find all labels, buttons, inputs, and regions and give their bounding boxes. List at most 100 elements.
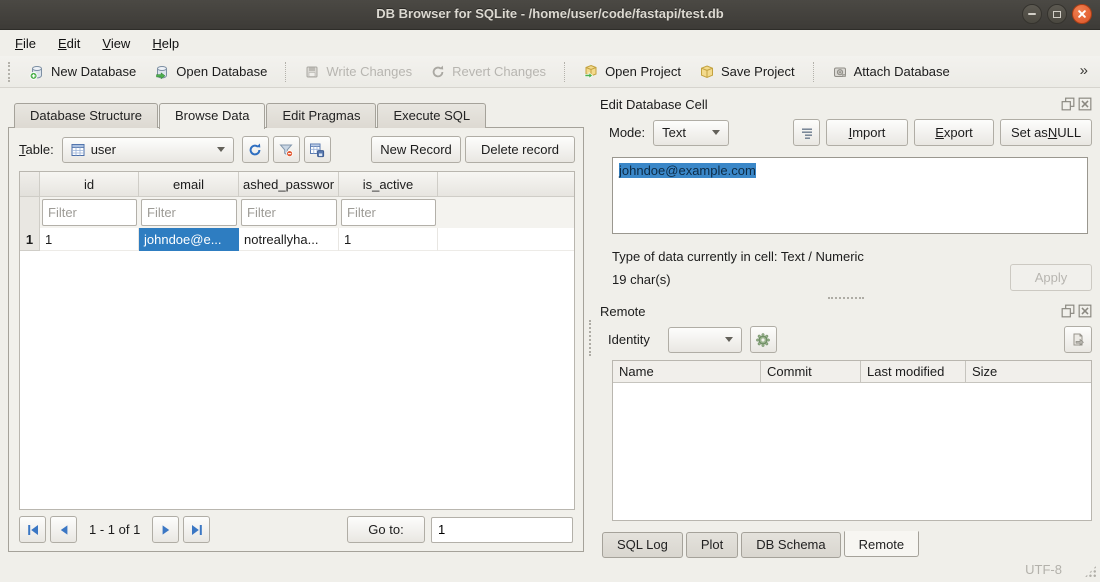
app-window: DB Browser for SQLite - /home/user/code/… (0, 0, 1100, 582)
toolbar-overflow-button[interactable]: » (1080, 62, 1094, 81)
edit-database-cell-dock: Edit Database Cell Mode: (600, 92, 1092, 291)
close-dock-icon[interactable] (1078, 304, 1092, 318)
table-select[interactable]: user (62, 137, 234, 163)
column-header-email[interactable]: email (139, 172, 239, 196)
cell-info-row: Type of data currently in cell: Text / N… (612, 245, 1092, 291)
save-results-button[interactable] (304, 136, 331, 163)
push-database-button[interactable] (1064, 326, 1092, 353)
grid-corner-cell[interactable] (20, 172, 40, 196)
last-record-button[interactable] (183, 516, 210, 543)
first-record-button[interactable] (19, 516, 46, 543)
word-wrap-button[interactable] (793, 119, 820, 146)
titlebar[interactable]: DB Browser for SQLite - /home/user/code/… (0, 0, 1100, 30)
set-as-null-button[interactable]: Set as NULL (1000, 119, 1092, 146)
chevron-down-icon (217, 147, 225, 152)
filter-input-is-active[interactable] (341, 199, 436, 226)
tab-execute-sql[interactable]: Execute SQL (377, 103, 486, 128)
remote-column-name[interactable]: Name (613, 361, 761, 382)
save-project-icon (699, 64, 715, 80)
refresh-button[interactable] (242, 136, 269, 163)
remote-column-commit[interactable]: Commit (761, 361, 861, 382)
cell-email-selected[interactable]: johndoe@e... (139, 228, 239, 251)
tab-sql-log[interactable]: SQL Log (602, 532, 683, 558)
export-button[interactable]: Export (914, 119, 994, 146)
import-button[interactable]: Import (826, 119, 908, 146)
clear-filters-button[interactable] (273, 136, 300, 163)
cell-editor[interactable]: johndoe@example.com (612, 157, 1088, 234)
last-record-icon (190, 523, 204, 537)
filter-icon (278, 142, 294, 158)
maximize-button[interactable] (1047, 4, 1067, 24)
mode-row: Mode: Text Import Export Set as NULL (600, 119, 1092, 146)
filter-input-hashed-password[interactable] (241, 199, 337, 226)
remote-dock: Remote Identity (600, 299, 1092, 558)
tab-database-structure[interactable]: Database Structure (14, 103, 158, 128)
toolbar-drag-handle[interactable] (8, 62, 13, 82)
write-changes-button: Write Changes (296, 60, 420, 84)
new-record-button[interactable]: New Record (371, 136, 461, 163)
browse-controls: Table: user (19, 136, 575, 163)
write-changes-label: Write Changes (326, 64, 412, 79)
cell-id[interactable]: 1 (40, 228, 139, 251)
open-project-button[interactable]: Open Project (575, 60, 689, 84)
menu-view[interactable]: View (91, 32, 141, 55)
revert-changes-button: Revert Changes (422, 60, 554, 84)
remote-column-size[interactable]: Size (966, 361, 1091, 382)
grid-header-spacer (438, 172, 574, 196)
panel-splitter[interactable] (585, 88, 595, 558)
chevron-down-icon (725, 337, 733, 342)
apply-button: Apply (1010, 264, 1092, 291)
mode-select[interactable]: Text (653, 120, 729, 146)
menu-file[interactable]: File (4, 32, 47, 55)
column-header-hashed-password[interactable]: ashed_passwor (239, 172, 339, 196)
row-spacer (438, 228, 574, 251)
menubar: File Edit View Help (0, 30, 1100, 56)
column-header-id[interactable]: id (40, 172, 139, 196)
new-database-icon (29, 64, 45, 80)
cell-is-active[interactable]: 1 (339, 228, 438, 251)
tab-db-schema[interactable]: DB Schema (741, 532, 840, 558)
column-header-is-active[interactable]: is_active (339, 172, 438, 196)
float-dock-icon[interactable] (1061, 97, 1075, 111)
tab-browse-data[interactable]: Browse Data (159, 103, 265, 129)
menu-edit[interactable]: Edit (47, 32, 91, 55)
open-database-button[interactable]: Open Database (146, 60, 275, 84)
menu-help[interactable]: Help (141, 32, 190, 55)
encoding-indicator[interactable]: UTF-8 (1025, 562, 1062, 577)
dock-tabbar: SQL Log Plot DB Schema Remote (600, 532, 1092, 558)
tab-remote[interactable]: Remote (844, 531, 920, 557)
remote-table-header: Name Commit Last modified Size (613, 361, 1091, 383)
row-number[interactable]: 1 (20, 228, 40, 251)
remote-table-body[interactable] (613, 383, 1091, 520)
dock-splitter[interactable] (600, 291, 1092, 299)
delete-record-button[interactable]: Delete record (465, 136, 575, 163)
previous-record-button[interactable] (50, 516, 77, 543)
mode-label: Mode: (609, 125, 645, 140)
next-record-button[interactable] (152, 516, 179, 543)
tab-edit-pragmas[interactable]: Edit Pragmas (266, 103, 376, 128)
toolbar-separator (813, 62, 814, 82)
window-controls (1022, 4, 1092, 24)
goto-input[interactable] (431, 517, 573, 543)
new-database-button[interactable]: New Database (21, 60, 144, 84)
close-button[interactable] (1072, 4, 1092, 24)
minimize-button[interactable] (1022, 4, 1042, 24)
cell-hashed-password[interactable]: notreallyha... (239, 228, 339, 251)
filter-input-id[interactable] (42, 199, 137, 226)
attach-database-button[interactable]: Attach Database (824, 60, 958, 84)
open-project-icon (583, 64, 599, 80)
resize-grip-icon[interactable] (1084, 565, 1097, 578)
save-table-icon (309, 142, 325, 158)
cell-type-info: Type of data currently in cell: Text / N… (612, 245, 864, 268)
toolbar-separator (564, 62, 565, 82)
remote-column-last-modified[interactable]: Last modified (861, 361, 966, 382)
identity-settings-button[interactable] (750, 326, 777, 353)
filter-input-email[interactable] (141, 199, 237, 226)
save-project-button[interactable]: Save Project (691, 60, 803, 84)
word-wrap-icon (799, 125, 815, 141)
close-dock-icon[interactable] (1078, 97, 1092, 111)
tab-plot[interactable]: Plot (686, 532, 738, 558)
goto-button[interactable]: Go to: (347, 516, 425, 543)
identity-select[interactable] (668, 327, 742, 353)
float-dock-icon[interactable] (1061, 304, 1075, 318)
